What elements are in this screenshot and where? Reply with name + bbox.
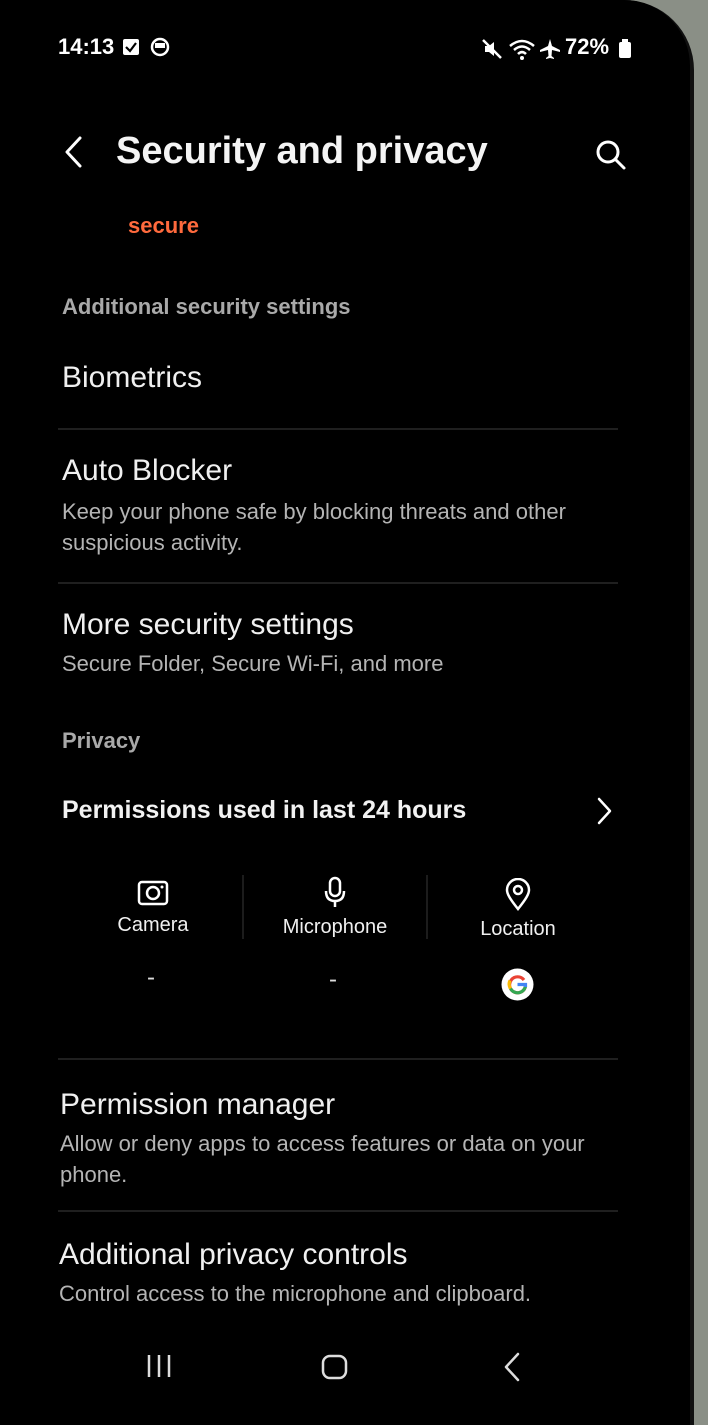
permission-camera[interactable]: Camera -	[78, 868, 228, 1008]
google-app-icon	[501, 968, 534, 1001]
biometrics-item[interactable]: Biometrics	[0, 345, 690, 425]
chevron-right-icon	[597, 797, 612, 825]
microphone-label: Microphone	[282, 916, 388, 938]
phone-screen: 14:13 72% Security and privacy secure Ad…	[0, 0, 690, 1425]
divider	[58, 1058, 618, 1060]
column-separator	[426, 875, 428, 939]
additional-privacy-controls-item[interactable]: Additional privacy controls Control acce…	[0, 1222, 690, 1322]
more-security-settings-item[interactable]: More security settings Secure Folder, Se…	[0, 594, 690, 694]
camera-icon	[137, 880, 169, 906]
more-security-subtitle: Secure Folder, Secure Wi-Fi, and more	[62, 651, 444, 676]
permissions-24h-header[interactable]: Permissions used in last 24 hours	[0, 780, 690, 840]
permission-location[interactable]: Location	[443, 868, 593, 1008]
auto-blocker-item[interactable]: Auto Blocker Keep your phone safe by blo…	[0, 440, 690, 575]
additional-privacy-title: Additional privacy controls	[59, 1238, 408, 1271]
checkbox-icon	[123, 39, 139, 55]
camera-label: Camera	[117, 914, 189, 936]
divider	[58, 582, 618, 584]
permission-manager-subtitle: Allow or deny apps to access features or…	[60, 1131, 585, 1187]
wifi-icon	[509, 39, 535, 60]
page-title: Security and privacy	[116, 130, 488, 172]
biometrics-title: Biometrics	[62, 361, 203, 394]
home-icon[interactable]	[320, 1353, 350, 1381]
permission-manager-item[interactable]: Permission manager Allow or deny apps to…	[0, 1070, 690, 1200]
additional-privacy-subtitle: Control access to the microphone and cli…	[59, 1281, 532, 1306]
permissions-24h-title: Permissions used in last 24 hours	[62, 796, 467, 824]
circle-status-icon	[150, 37, 170, 57]
column-separator	[242, 875, 244, 939]
divider	[58, 1210, 618, 1212]
location-icon	[505, 878, 531, 912]
camera-value: -	[147, 964, 155, 991]
status-time: 14:13	[58, 34, 115, 59]
section-privacy: Privacy	[62, 728, 141, 753]
battery-icon	[619, 39, 631, 58]
divider	[58, 428, 618, 430]
location-label: Location	[480, 918, 556, 940]
recent-apps-icon[interactable]	[144, 1352, 174, 1380]
nav-back-icon[interactable]	[500, 1350, 524, 1384]
mute-icon	[482, 39, 502, 59]
search-icon[interactable]	[594, 138, 628, 172]
microphone-value: -	[329, 966, 337, 993]
microphone-icon	[324, 876, 346, 907]
battery-percent: 72%	[565, 34, 610, 59]
airplane-icon	[540, 39, 560, 59]
auto-blocker-title: Auto Blocker	[62, 454, 233, 487]
security-status-text: secure	[128, 213, 199, 238]
auto-blocker-subtitle: Keep your phone safe by blocking threats…	[62, 499, 566, 555]
back-arrow-icon[interactable]	[62, 134, 86, 170]
permission-microphone[interactable]: Microphone -	[260, 868, 410, 1008]
more-security-title: More security settings	[62, 608, 354, 641]
permission-manager-title: Permission manager	[60, 1088, 336, 1121]
section-additional-security: Additional security settings	[62, 294, 351, 319]
